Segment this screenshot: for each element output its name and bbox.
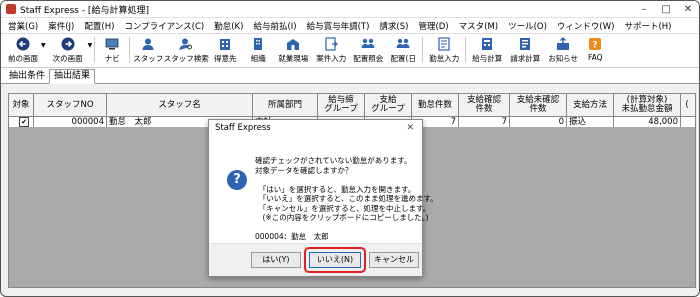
toolbar-separator [422,37,424,63]
faq-button[interactable]: ? FAQ [582,34,608,67]
menu-jobs[interactable]: 案件(J) [43,20,79,32]
menu-admin[interactable]: 管理(D) [413,20,453,32]
billing-icon [518,37,532,51]
svg-text:?: ? [593,41,598,51]
close-button[interactable]: ✕ [677,4,699,15]
col-confirmed[interactable]: 支給確認 件数 [459,94,510,116]
col-unpaid-amount[interactable]: (計算対象) 未払勤怠金額 [614,94,681,116]
billing-button[interactable]: 請求計算 [506,34,544,67]
cell-unpaid-amount: 48,000 [614,117,681,127]
no-button-highlight [304,247,366,273]
menu-advance-pay[interactable]: 給与前払(I) [248,20,301,32]
app-logo-icon [6,4,16,14]
back-button[interactable]: 前の画面 [3,34,43,67]
menu-attendance[interactable]: 勤怠(K) [209,20,248,32]
organization-icon [251,37,265,51]
yes-button[interactable]: はい(Y) [251,252,301,268]
menu-sales[interactable]: 営業(G) [3,20,43,32]
tab-extract-conditions[interactable]: 抽出条件 [5,70,49,83]
staff-button[interactable]: スタッフ [132,34,164,67]
window-title: Staff Express - [給与計算処理] [20,5,149,16]
menu-billing[interactable]: 請求(S) [374,20,413,32]
col-pay-method[interactable]: 支給方法 [567,94,614,116]
dialog-close-icon[interactable]: ✕ [406,123,414,133]
row-checkbox-cell[interactable]: ✔ [9,117,34,127]
forward-dropdown-icon[interactable]: ▼ [88,42,93,49]
placement-daily-icon [396,37,410,51]
staff-icon [141,37,155,51]
client-button[interactable]: 得意先 [208,34,242,67]
col-truncated[interactable]: ( [681,94,693,116]
question-icon: ? [227,170,247,190]
navi-icon [105,37,119,51]
toolbar-separator [94,37,96,63]
menu-support[interactable]: サポート(H) [619,20,676,32]
menu-payroll[interactable]: 給与賞与年調(T) [302,20,375,32]
minimize-button[interactable]: – [633,4,655,15]
worksite-icon [286,37,300,51]
menu-tools[interactable]: ツール(O) [503,20,552,32]
staff-search-icon [179,37,193,51]
job-entry-button[interactable]: 案件入力 [312,34,350,67]
attendance-entry-button[interactable]: 勤怠入力 [425,34,463,67]
grid-header: 対象 スタッフNO スタッフ名 所属部門 給与締 グループ 支給 グループ 勤怠… [9,94,695,117]
col-department[interactable]: 所属部門 [253,94,318,116]
payroll-icon [480,37,494,51]
dialog-title: Staff Express [215,123,271,133]
menu-window[interactable]: ウィンドウ(W) [552,20,620,32]
notice-icon [556,37,570,51]
dialog-message: 確認チェックがされていない勤怠があります。 対象データを確認しますか？ 「はい」… [255,156,438,241]
cell-pay-method: 振込 [567,117,614,127]
attendance-entry-icon [437,37,451,51]
placement-daily-button[interactable]: 配置(日 [386,34,420,67]
maximize-button[interactable]: □ [655,4,677,15]
placement-inquiry-icon [361,37,375,51]
dialog-body: ? 確認チェックがされていない勤怠があります。 対象データを確認しますか？ 「は… [209,136,438,246]
col-target[interactable]: 対象 [9,94,34,116]
payroll-button[interactable]: 給与計算 [468,34,506,67]
tab-strip: 抽出条件 抽出結果 [1,68,699,84]
arrow-right-icon [61,37,75,51]
cell-unconfirmed: 0 [510,117,567,127]
client-icon [218,37,232,51]
staff-search-button[interactable]: スタッフ検索 [164,34,209,67]
dialog-footer: はい(Y) いいえ(N) キャンセル [209,243,422,276]
cell-staff-no: 000004 [34,117,107,127]
placement-inquiry-button[interactable]: 配置照会 [350,34,386,67]
col-pay-group[interactable]: 支給 グループ [365,94,412,116]
organization-button[interactable]: 組織 [242,34,274,67]
menu-placement[interactable]: 配置(H) [79,20,119,32]
toolbar: 前の画面 ▼ 次の画面 ▼ ナビ スタッフ スタッフ検索 得意先 組織 就業現場… [1,34,699,68]
title-bar: Staff Express - [給与計算処理] – □ ✕ [1,1,699,18]
forward-button[interactable]: 次の画面 [46,34,90,67]
confirm-dialog: Staff Express ✕ ? 確認チェックがされていない勤怠があります。 … [208,119,438,277]
menu-master[interactable]: マスタ(M) [454,20,503,32]
col-payroll-group[interactable]: 給与締 グループ [318,94,365,116]
dialog-title-bar: Staff Express ✕ [209,120,422,136]
row-checkbox[interactable]: ✔ [19,117,29,127]
navi-button[interactable]: ナビ [97,34,127,67]
col-staff-no[interactable]: スタッフNO [34,94,107,116]
worksite-button[interactable]: 就業現場 [274,34,312,67]
tab-extract-results[interactable]: 抽出結果 [49,69,96,84]
col-staff-name[interactable]: スタッフ名 [107,94,253,116]
cancel-button[interactable]: キャンセル [369,252,419,268]
menu-compliance[interactable]: コンプライアンス(C) [119,20,209,32]
faq-icon: ? [588,37,602,51]
job-entry-icon [324,37,339,51]
toolbar-separator [129,37,131,63]
toolbar-separator [465,37,467,63]
cell-confirmed: 7 [459,117,510,127]
menu-bar: 営業(G) 案件(J) 配置(H) コンプライアンス(C) 勤怠(K) 給与前払… [1,18,699,34]
col-attendance-count[interactable]: 勤怠件数 [412,94,459,116]
col-unconfirmed[interactable]: 支給未確認 件数 [510,94,567,116]
notice-button[interactable]: お知らせ [544,34,582,67]
arrow-left-icon [16,37,30,51]
